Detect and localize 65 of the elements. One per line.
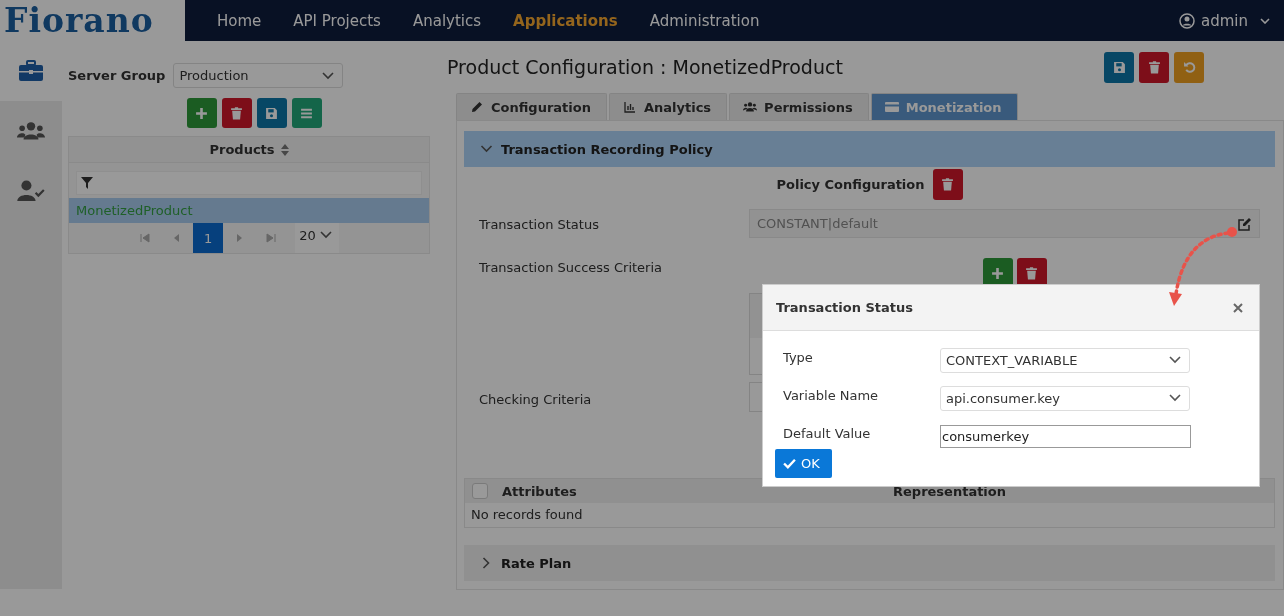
tab[interactable]: Configuration — [456, 93, 607, 120]
column-header: Representation — [893, 483, 1006, 499]
field-label: Type — [782, 349, 814, 365]
chevron-down-icon — [1169, 356, 1181, 364]
chevron-down-icon — [322, 71, 335, 80]
check-icon — [783, 458, 796, 469]
ok-button[interactable]: OK — [775, 449, 832, 478]
trash-icon — [1147, 60, 1161, 74]
nav-link[interactable]: Administration — [649, 11, 760, 30]
policy-heading: Policy Configuration — [776, 177, 925, 192]
caret-icon[interactable] — [1260, 17, 1270, 24]
field-label: Default Value — [782, 425, 872, 441]
briefcase-icon — [17, 60, 45, 82]
nav-link[interactable]: Applications — [513, 11, 618, 30]
trash-icon — [1025, 267, 1038, 280]
undo-button[interactable] — [1174, 51, 1204, 83]
tab[interactable]: Analytics — [608, 93, 728, 120]
nav-link[interactable]: Analytics — [412, 11, 482, 30]
server-group-select[interactable]: Production — [173, 63, 344, 88]
undo-icon — [1182, 60, 1196, 74]
logo: Fiorano — [4, 1, 154, 40]
user-icon — [1179, 12, 1195, 29]
users-icon — [17, 120, 45, 142]
field-label: Transaction Status — [479, 217, 600, 232]
chevron-icon[interactable] — [480, 143, 493, 155]
empty-message: No records found — [470, 506, 584, 524]
field-label: Variable Name — [782, 387, 880, 403]
field-label: Checking Criteria — [479, 392, 593, 407]
select-field[interactable]: CONTEXT_VARIABLE — [940, 347, 1190, 373]
close-icon[interactable] — [1233, 302, 1243, 313]
list-icon — [300, 106, 313, 120]
pencil-icon — [470, 101, 484, 113]
section-header[interactable]: Transaction Recording Policy — [464, 131, 1275, 167]
field-label: Transaction Success Criteria — [479, 260, 663, 275]
page-button[interactable]: 1 — [193, 223, 224, 253]
trash-icon — [230, 106, 243, 120]
nav-link[interactable]: Home — [217, 11, 262, 30]
checkbox[interactable] — [472, 483, 488, 499]
save-button[interactable] — [256, 98, 287, 128]
page-size-select[interactable]: 20 — [295, 223, 339, 253]
chevron-down-icon — [319, 231, 332, 239]
select-field[interactable]: api.consumer.key — [940, 385, 1190, 411]
input-field[interactable]: consumerkey — [940, 424, 1191, 448]
user-check-icon — [17, 180, 45, 202]
dialog-title: Transaction Status — [776, 300, 914, 315]
page-title: Product Configuration : MonetizedProduct — [447, 56, 843, 78]
plus-icon — [991, 267, 1004, 280]
save-button[interactable] — [1104, 51, 1134, 83]
sort-icon[interactable] — [280, 143, 289, 156]
user-name[interactable]: admin — [1201, 11, 1248, 30]
bar-chart-icon — [622, 101, 637, 113]
nav-link[interactable]: API Projects — [293, 11, 381, 30]
users-icon — [743, 101, 758, 113]
column-header: Attributes — [502, 483, 578, 499]
edit-icon[interactable] — [1238, 216, 1252, 231]
plus-icon — [195, 106, 208, 120]
chevron-down-icon — [1169, 394, 1181, 402]
credit-card-icon — [884, 101, 899, 113]
trash-icon — [941, 178, 954, 191]
filter-icon — [81, 177, 93, 189]
section-header[interactable]: Rate Plan — [464, 545, 1275, 581]
list-button[interactable] — [291, 98, 322, 128]
server-group-label: Server Group — [68, 68, 166, 83]
filter-field[interactable] — [76, 171, 422, 195]
tab[interactable]: Permissions — [729, 93, 869, 120]
